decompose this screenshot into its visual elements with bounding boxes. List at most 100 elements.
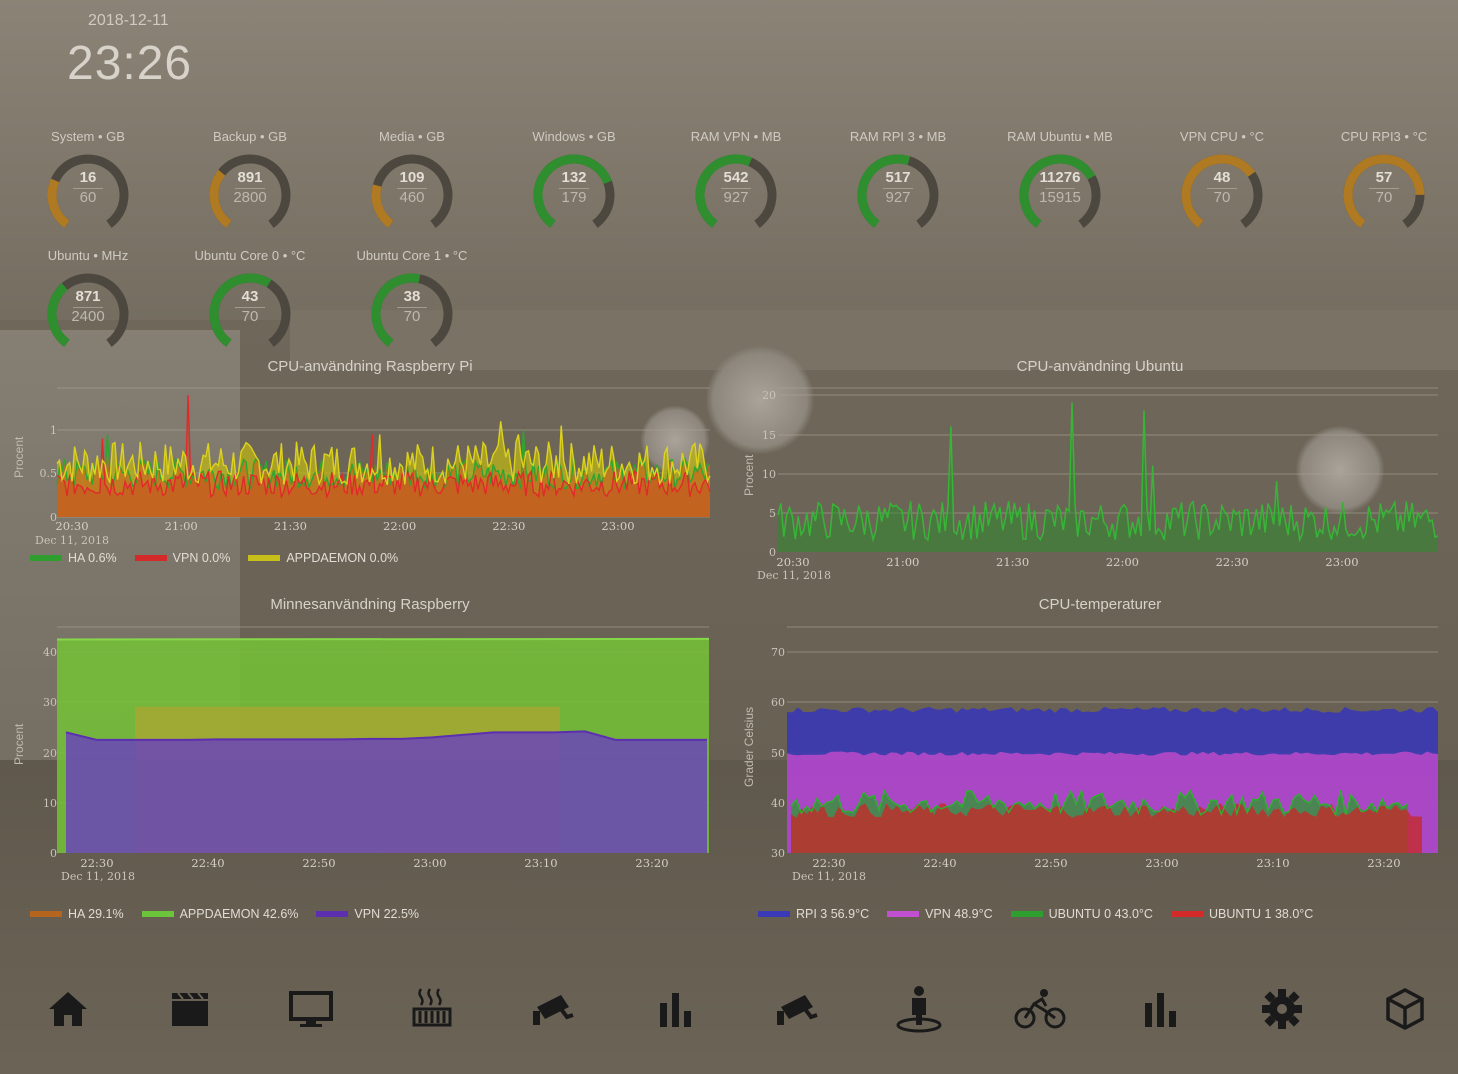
legend-item[interactable]: HA 29.1% [30,907,124,921]
gauge-title: RAM Ubuntu • MB [1007,129,1113,144]
y-tick-label: 50 [771,747,785,760]
x-tick-label: 20:30 [55,519,88,533]
legend-swatch [30,555,62,561]
x-tick-label: 22:50 [1034,856,1067,870]
x-tick-label: 22:00 [1106,555,1139,569]
chart-temps: 70 60 50 40 30 22:30 22:40 22:50 23:00 23:10 23:20 [771,626,1438,870]
x-tick-label: 22:00 [383,519,416,533]
nav-tv-button[interactable] [281,985,341,1037]
x-tick-label: 23:00 [1325,555,1358,569]
y-tick-label: 15 [762,429,776,442]
y-tick-label: 40 [43,646,57,659]
gauge-title: Ubuntu • MHz [47,248,129,263]
legend-label: VPN 22.5% [354,907,420,921]
nav-stats-1-button[interactable] [646,985,706,1037]
legend-rpi-cpu: HA 0.6% VPN 0.0% APPDAEMON 0.0% [30,551,398,565]
gauge-value: 517 [885,169,911,186]
gauge-max: 70 [1213,189,1231,206]
legend-swatch [887,911,920,917]
gauge-value: 43 [241,288,259,305]
heater-icon [411,987,453,1036]
legend-item[interactable]: APPDAEMON 42.6% [141,907,299,921]
gauge: Media • GB 109 460 [342,128,482,238]
gauge: Windows • GB 132 179 [504,128,644,238]
legend-label: HA 0.6% [68,551,117,565]
legend-item[interactable]: VPN 22.5% [316,907,419,921]
security-camera-icon [775,989,821,1034]
gauge: VPN CPU • °C 48 70 [1152,128,1292,238]
x-tick-label: 20:30 [776,555,809,569]
legend-item[interactable]: HA 0.6% [30,551,117,565]
gauge: RAM RPI 3 • MB 517 927 [828,128,968,238]
x-axis-date-temps: Dec 11, 2018 [792,870,866,883]
gauge-max: 70 [241,308,259,325]
legend-item[interactable]: UBUNTU 1 38.0°C [1170,907,1314,921]
y-tick-label: 0 [50,847,57,860]
bar-chart-icon [655,989,697,1034]
series-line-appdaemon [56,637,710,641]
x-tick-label: 22:40 [923,856,956,870]
legend-label: HA 29.1% [68,907,124,921]
header-clock: 23:26 [67,37,193,90]
nav-settings-button[interactable] [1252,985,1312,1037]
gauge-max: 70 [1375,189,1393,206]
nav-stats-2-button[interactable] [1131,985,1191,1037]
nav-system-button[interactable] [1375,985,1435,1037]
legend-label: VPN 0.0% [172,551,231,565]
y-tick-label: 0.5 [40,467,58,480]
legend-item[interactable]: APPDAEMON 0.0% [248,551,398,565]
gauge-title: Ubuntu Core 1 • °C [356,248,468,263]
y-tick-label: 10 [762,468,776,481]
legend-item[interactable]: VPN 0.0% [134,551,231,565]
home-icon [47,989,89,1034]
gauge-value: 38 [403,288,421,305]
legend-swatch [758,911,790,917]
bottom-navigation [0,985,1458,1045]
series-line-ubuntu [777,402,1439,543]
legend-item[interactable]: RPI 3 56.9°C [758,907,869,921]
x-tick-label: 22:30 [492,519,525,533]
nav-presence-button[interactable] [889,985,949,1037]
x-tick-label: 23:20 [1367,856,1400,870]
y-tick-label: 40 [771,797,785,810]
legend-item[interactable]: UBUNTU 0 43.0°C [1010,907,1153,921]
y-tick-label: 5 [769,507,776,520]
chart-rpi-mem: 40 30 20 10 0 22:30 22:40 22:50 23:00 23:10 23:20 [43,626,710,870]
x-tick-label: 21:00 [165,519,198,533]
nav-heating-button[interactable] [402,985,462,1037]
gauge-value: 871 [75,288,101,305]
legend-swatch [141,911,174,917]
nav-media-button[interactable] [160,985,220,1037]
legend-label: APPDAEMON 0.0% [286,551,399,565]
legend-swatch [1170,911,1203,917]
y-tick-label: 0 [769,546,776,559]
chart-title-temps: CPU-temperaturer [1038,596,1162,613]
person-presence-icon [894,985,944,1038]
x-tick-label: 22:50 [302,856,335,870]
nav-camera-1-button[interactable] [524,985,584,1037]
legend-swatch [134,555,167,561]
chart-title-ubuntu-cpu: CPU-användning Ubuntu [1016,358,1184,375]
nav-bike-button[interactable] [1010,985,1070,1037]
legend-item[interactable]: VPN 48.9°C [887,907,993,921]
x-axis-date-rpi-mem: Dec 11, 2018 [61,870,135,883]
legend-swatch [30,911,62,917]
legend-label: UBUNTU 1 38.0°C [1208,907,1314,921]
legend-swatch [248,555,281,561]
gauge: Ubuntu • MHz 871 2400 [18,247,158,357]
y-tick-label: 30 [43,696,57,709]
x-tick-label: 22:30 [1216,555,1249,569]
legend-label: APPDAEMON 42.6% [179,907,299,921]
x-tick-label: 22:30 [812,856,845,870]
nav-camera-2-button[interactable] [768,985,828,1037]
x-tick-label: 22:40 [191,856,224,870]
gauge: CPU RPI3 • °C 57 70 [1314,128,1454,238]
y-tick-label: 70 [771,646,785,659]
chart-title-rpi-cpu: CPU-användning Raspberry Pi [267,358,473,375]
gauge-value: 891 [237,169,263,186]
nav-home-button[interactable] [38,985,98,1037]
gauge-value: 57 [1375,169,1393,186]
x-tick-label: 23:00 [413,856,446,870]
legend-temps: RPI 3 56.9°C VPN 48.9°C UBUNTU 0 43.0°C UBU… [758,907,1313,921]
gauge-max: 927 [885,189,911,206]
